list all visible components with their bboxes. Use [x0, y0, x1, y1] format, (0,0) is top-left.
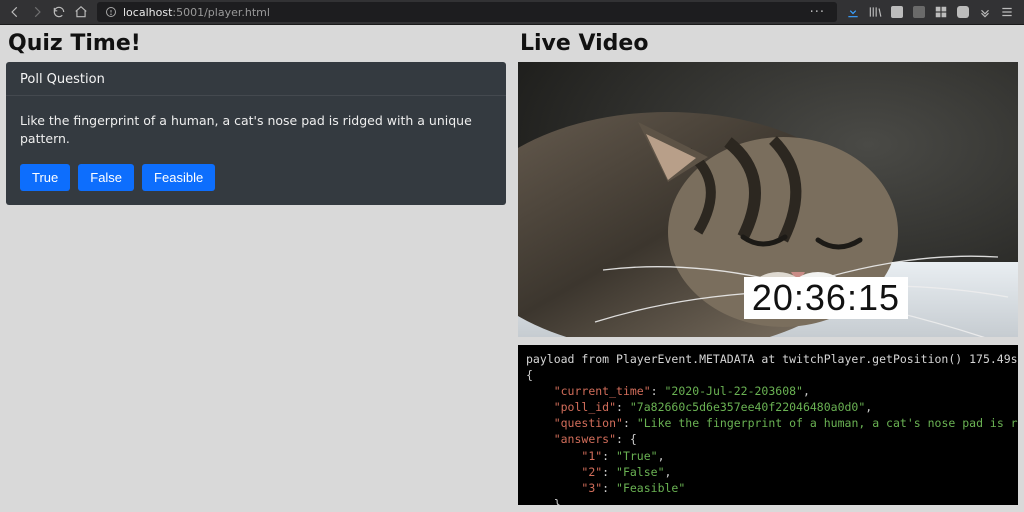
forward-button[interactable] — [30, 5, 44, 19]
console-key: "answers" — [554, 432, 616, 446]
nav-buttons — [6, 5, 88, 19]
console-value: "7a82660c5d6e357ee40f22046480a0d0" — [630, 400, 865, 414]
extension-icon-1[interactable] — [890, 5, 904, 19]
toolbar-right — [846, 5, 1018, 19]
quiz-column: Quiz Time! Poll Question Like the finger… — [6, 29, 506, 506]
quiz-title: Quiz Time! — [8, 31, 506, 56]
page-body: Quiz Time! Poll Question Like the finger… — [0, 25, 1024, 512]
metadata-console: payload from PlayerEvent.METADATA at twi… — [518, 345, 1018, 505]
answer-false-button[interactable]: False — [78, 164, 134, 191]
console-value: "2020-Jul-22-203608" — [665, 384, 803, 398]
extension-icon-2[interactable] — [912, 5, 926, 19]
video-player[interactable]: 20:36:15 — [518, 62, 1018, 337]
answer-true-button[interactable]: True — [20, 164, 70, 191]
page-actions-icon[interactable]: ··· — [810, 5, 825, 20]
extension-icon-3[interactable] — [934, 5, 948, 19]
library-icon[interactable] — [868, 5, 882, 19]
home-button[interactable] — [74, 5, 88, 19]
console-header: payload from PlayerEvent.METADATA at twi… — [526, 352, 1018, 366]
poll-answers: True False Feasible — [6, 164, 506, 191]
console-key: "3" — [581, 481, 602, 495]
video-timestamp-overlay: 20:36:15 — [744, 277, 908, 319]
reload-button[interactable] — [52, 5, 66, 19]
overflow-icon[interactable] — [978, 5, 992, 19]
poll-card: Poll Question Like the fingerprint of a … — [6, 62, 506, 205]
console-value: "False" — [616, 465, 664, 479]
url-bar[interactable]: localhost:5001/player.html ··· — [97, 2, 837, 22]
console-key: "question" — [554, 416, 623, 430]
console-line: { — [630, 432, 637, 446]
console-value: "True" — [616, 449, 658, 463]
console-value: "Like the fingerprint of a human, a cat'… — [637, 416, 1018, 430]
downloads-icon[interactable] — [846, 5, 860, 19]
browser-chrome: localhost:5001/player.html ··· — [0, 0, 1024, 25]
console-key: "1" — [581, 449, 602, 463]
console-key: "poll_id" — [554, 400, 616, 414]
menu-icon[interactable] — [1000, 5, 1014, 19]
site-info-icon[interactable] — [105, 6, 117, 18]
console-value: "Feasible" — [616, 481, 685, 495]
poll-card-title: Poll Question — [6, 62, 506, 95]
poll-question: Like the fingerprint of a human, a cat's… — [6, 96, 506, 164]
console-line: { — [526, 368, 533, 382]
console-key: "2" — [581, 465, 602, 479]
console-line: } — [554, 497, 561, 505]
url-host: localhost:5001/player.html — [123, 6, 270, 19]
console-key: "current_time" — [554, 384, 651, 398]
answer-feasible-button[interactable]: Feasible — [142, 164, 215, 191]
video-column: Live Video — [518, 29, 1018, 506]
extension-icon-4[interactable] — [956, 5, 970, 19]
back-button[interactable] — [8, 5, 22, 19]
video-title: Live Video — [520, 31, 1018, 56]
